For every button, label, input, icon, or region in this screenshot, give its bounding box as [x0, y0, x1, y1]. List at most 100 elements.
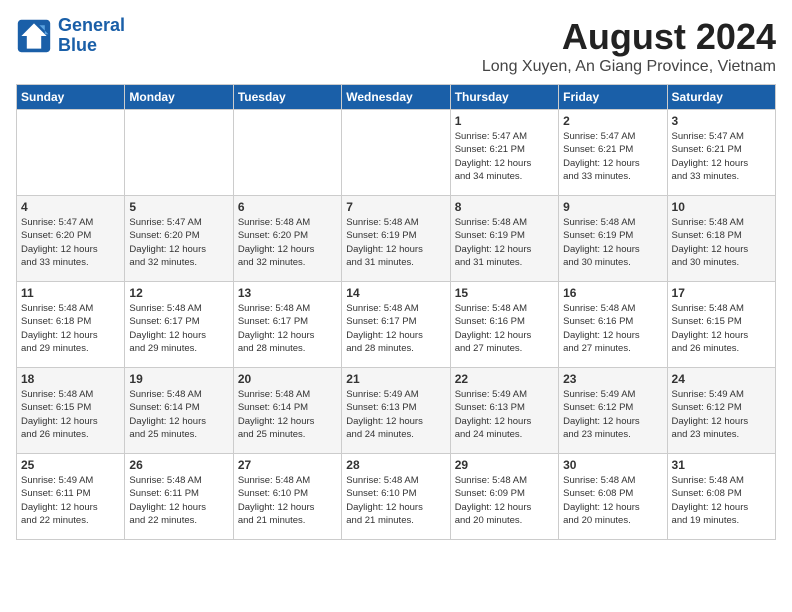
day-number: 23	[563, 372, 662, 386]
day-number: 21	[346, 372, 445, 386]
calendar-cell: 6 Sunrise: 5:48 AM Sunset: 6:20 PM Daylig…	[233, 196, 341, 282]
day-number: 26	[129, 458, 228, 472]
day-info: Sunrise: 5:48 AM Sunset: 6:10 PM Dayligh…	[346, 474, 445, 527]
calendar-cell: 4 Sunrise: 5:47 AM Sunset: 6:20 PM Daylig…	[17, 196, 125, 282]
calendar-cell: 23 Sunrise: 5:49 AM Sunset: 6:12 PM Dayli…	[559, 368, 667, 454]
day-number: 18	[21, 372, 120, 386]
day-number: 15	[455, 286, 554, 300]
calendar-cell: 16 Sunrise: 5:48 AM Sunset: 6:16 PM Dayli…	[559, 282, 667, 368]
calendar-cell: 20 Sunrise: 5:48 AM Sunset: 6:14 PM Dayli…	[233, 368, 341, 454]
day-info: Sunrise: 5:48 AM Sunset: 6:20 PM Dayligh…	[238, 216, 337, 269]
day-info: Sunrise: 5:48 AM Sunset: 6:17 PM Dayligh…	[129, 302, 228, 355]
calendar-cell: 29 Sunrise: 5:48 AM Sunset: 6:09 PM Dayli…	[450, 454, 558, 540]
logo-text: General Blue	[58, 16, 125, 56]
column-header-saturday: Saturday	[667, 85, 775, 110]
title-block: August 2024 Long Xuyen, An Giang Provinc…	[482, 16, 776, 76]
day-info: Sunrise: 5:48 AM Sunset: 6:15 PM Dayligh…	[21, 388, 120, 441]
column-header-thursday: Thursday	[450, 85, 558, 110]
column-header-monday: Monday	[125, 85, 233, 110]
day-info: Sunrise: 5:49 AM Sunset: 6:12 PM Dayligh…	[672, 388, 771, 441]
day-info: Sunrise: 5:48 AM Sunset: 6:19 PM Dayligh…	[563, 216, 662, 269]
calendar-cell: 3 Sunrise: 5:47 AM Sunset: 6:21 PM Daylig…	[667, 110, 775, 196]
calendar-table: SundayMondayTuesdayWednesdayThursdayFrid…	[16, 84, 776, 540]
calendar-week-row: 4 Sunrise: 5:47 AM Sunset: 6:20 PM Daylig…	[17, 196, 776, 282]
day-info: Sunrise: 5:48 AM Sunset: 6:10 PM Dayligh…	[238, 474, 337, 527]
day-info: Sunrise: 5:48 AM Sunset: 6:08 PM Dayligh…	[672, 474, 771, 527]
day-number: 24	[672, 372, 771, 386]
day-number: 4	[21, 200, 120, 214]
day-info: Sunrise: 5:49 AM Sunset: 6:11 PM Dayligh…	[21, 474, 120, 527]
day-number: 2	[563, 114, 662, 128]
day-info: Sunrise: 5:48 AM Sunset: 6:09 PM Dayligh…	[455, 474, 554, 527]
calendar-cell: 5Sunrise: 5:47 AM Sunset: 6:20 PM Daylig…	[125, 196, 233, 282]
day-number: 3	[672, 114, 771, 128]
calendar-week-row: 18 Sunrise: 5:48 AM Sunset: 6:15 PM Dayli…	[17, 368, 776, 454]
day-number: 1	[455, 114, 554, 128]
day-info: Sunrise: 5:47 AM Sunset: 6:20 PM Dayligh…	[129, 216, 228, 269]
day-info: Sunrise: 5:49 AM Sunset: 6:13 PM Dayligh…	[346, 388, 445, 441]
column-header-tuesday: Tuesday	[233, 85, 341, 110]
calendar-header-row: SundayMondayTuesdayWednesdayThursdayFrid…	[17, 85, 776, 110]
logo-icon	[16, 18, 52, 54]
day-info: Sunrise: 5:48 AM Sunset: 6:17 PM Dayligh…	[346, 302, 445, 355]
day-number: 11	[21, 286, 120, 300]
calendar-cell: 19 Sunrise: 5:48 AM Sunset: 6:14 PM Dayli…	[125, 368, 233, 454]
column-header-friday: Friday	[559, 85, 667, 110]
day-info: Sunrise: 5:48 AM Sunset: 6:14 PM Dayligh…	[238, 388, 337, 441]
calendar-cell: 10 Sunrise: 5:48 AM Sunset: 6:18 PM Dayli…	[667, 196, 775, 282]
day-info: Sunrise: 5:48 AM Sunset: 6:18 PM Dayligh…	[21, 302, 120, 355]
day-number: 29	[455, 458, 554, 472]
calendar-cell	[233, 110, 341, 196]
calendar-cell: 26 Sunrise: 5:48 AM Sunset: 6:11 PM Dayli…	[125, 454, 233, 540]
calendar-cell: 30Sunrise: 5:48 AM Sunset: 6:08 PM Dayli…	[559, 454, 667, 540]
day-info: Sunrise: 5:47 AM Sunset: 6:21 PM Dayligh…	[672, 130, 771, 183]
day-info: Sunrise: 5:48 AM Sunset: 6:17 PM Dayligh…	[238, 302, 337, 355]
day-info: Sunrise: 5:47 AM Sunset: 6:21 PM Dayligh…	[455, 130, 554, 183]
day-number: 10	[672, 200, 771, 214]
day-info: Sunrise: 5:48 AM Sunset: 6:19 PM Dayligh…	[346, 216, 445, 269]
day-number: 25	[21, 458, 120, 472]
day-number: 17	[672, 286, 771, 300]
day-number: 14	[346, 286, 445, 300]
calendar-cell: 14 Sunrise: 5:48 AM Sunset: 6:17 PM Dayli…	[342, 282, 450, 368]
calendar-cell	[125, 110, 233, 196]
day-number: 20	[238, 372, 337, 386]
day-number: 12	[129, 286, 228, 300]
day-info: Sunrise: 5:48 AM Sunset: 6:16 PM Dayligh…	[455, 302, 554, 355]
calendar-cell: 15 Sunrise: 5:48 AM Sunset: 6:16 PM Dayli…	[450, 282, 558, 368]
calendar-week-row: 1 Sunrise: 5:47 AM Sunset: 6:21 PM Daylig…	[17, 110, 776, 196]
calendar-cell: 7Sunrise: 5:48 AM Sunset: 6:19 PM Daylig…	[342, 196, 450, 282]
calendar-cell: 13Sunrise: 5:48 AM Sunset: 6:17 PM Dayli…	[233, 282, 341, 368]
calendar-cell	[17, 110, 125, 196]
day-info: Sunrise: 5:48 AM Sunset: 6:11 PM Dayligh…	[129, 474, 228, 527]
day-info: Sunrise: 5:48 AM Sunset: 6:16 PM Dayligh…	[563, 302, 662, 355]
day-info: Sunrise: 5:48 AM Sunset: 6:14 PM Dayligh…	[129, 388, 228, 441]
calendar-cell: 1 Sunrise: 5:47 AM Sunset: 6:21 PM Daylig…	[450, 110, 558, 196]
calendar-cell	[342, 110, 450, 196]
logo-line1: General	[58, 15, 125, 35]
day-info: Sunrise: 5:48 AM Sunset: 6:18 PM Dayligh…	[672, 216, 771, 269]
logo: General Blue	[16, 16, 125, 56]
day-number: 9	[563, 200, 662, 214]
page-header: General Blue August 2024 Long Xuyen, An …	[16, 16, 776, 76]
day-info: Sunrise: 5:47 AM Sunset: 6:20 PM Dayligh…	[21, 216, 120, 269]
day-info: Sunrise: 5:49 AM Sunset: 6:13 PM Dayligh…	[455, 388, 554, 441]
day-number: 6	[238, 200, 337, 214]
day-info: Sunrise: 5:48 AM Sunset: 6:15 PM Dayligh…	[672, 302, 771, 355]
day-number: 31	[672, 458, 771, 472]
calendar-week-row: 11 Sunrise: 5:48 AM Sunset: 6:18 PM Dayli…	[17, 282, 776, 368]
location: Long Xuyen, An Giang Province, Vietnam	[482, 58, 776, 76]
calendar-cell: 24 Sunrise: 5:49 AM Sunset: 6:12 PM Dayli…	[667, 368, 775, 454]
calendar-cell: 31 Sunrise: 5:48 AM Sunset: 6:08 PM Dayli…	[667, 454, 775, 540]
day-number: 22	[455, 372, 554, 386]
day-number: 19	[129, 372, 228, 386]
day-number: 16	[563, 286, 662, 300]
column-header-wednesday: Wednesday	[342, 85, 450, 110]
calendar-week-row: 25 Sunrise: 5:49 AM Sunset: 6:11 PM Dayli…	[17, 454, 776, 540]
day-number: 8	[455, 200, 554, 214]
month-year: August 2024	[482, 16, 776, 58]
day-info: Sunrise: 5:49 AM Sunset: 6:12 PM Dayligh…	[563, 388, 662, 441]
calendar-cell: 18 Sunrise: 5:48 AM Sunset: 6:15 PM Dayli…	[17, 368, 125, 454]
calendar-cell: 22 Sunrise: 5:49 AM Sunset: 6:13 PM Dayli…	[450, 368, 558, 454]
day-number: 30	[563, 458, 662, 472]
